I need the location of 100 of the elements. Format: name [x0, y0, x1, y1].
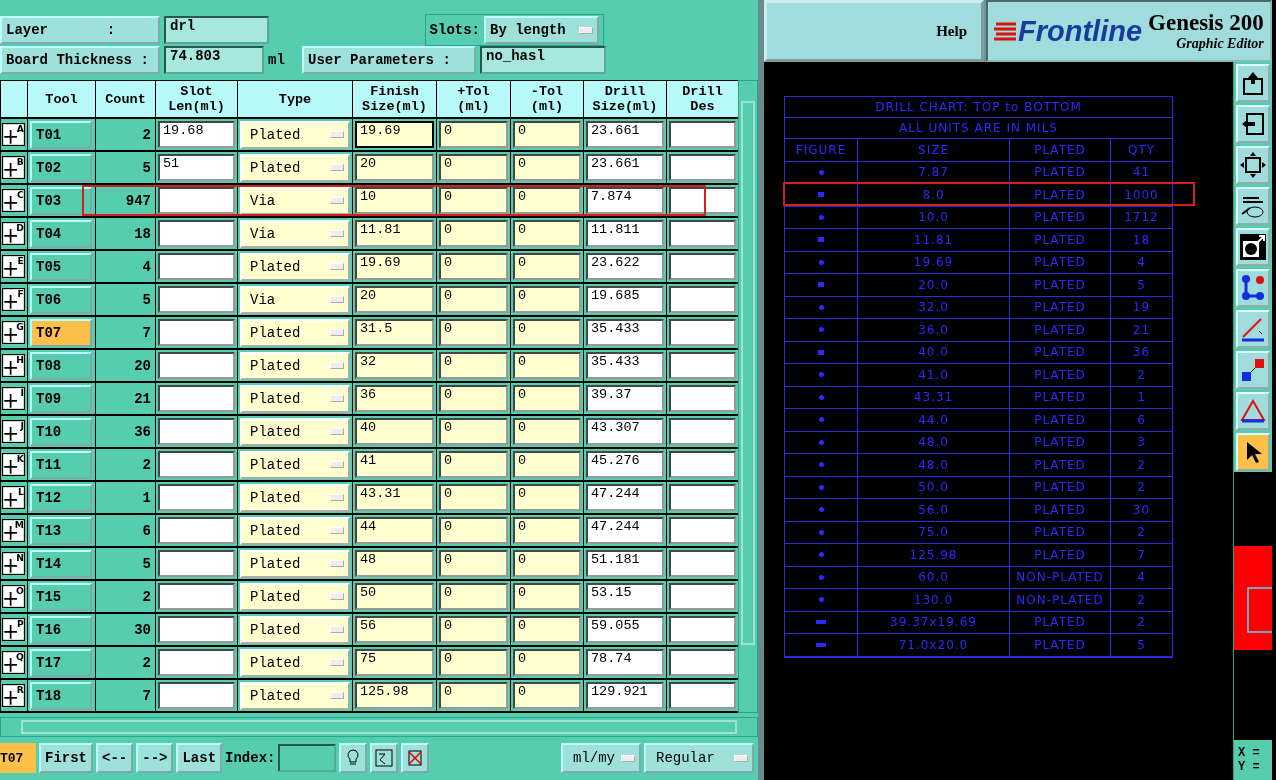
- slot-length-field[interactable]: [158, 253, 235, 280]
- finish-size-field[interactable]: 19.69: [355, 121, 434, 148]
- toolbar-button[interactable]: [1236, 64, 1270, 102]
- type-dropdown[interactable]: Via: [240, 285, 350, 314]
- tool-button[interactable]: T06: [30, 285, 92, 314]
- plus-tolerance-field[interactable]: 0: [439, 583, 508, 610]
- crosshair-icon[interactable]: I: [2, 387, 25, 410]
- crosshair-icon[interactable]: C: [2, 189, 25, 212]
- crosshair-icon[interactable]: L: [2, 486, 25, 509]
- delete-button[interactable]: [401, 743, 430, 773]
- crosshair-icon[interactable]: E: [2, 255, 25, 278]
- type-dropdown[interactable]: Plated: [240, 318, 350, 347]
- minus-tolerance-field[interactable]: 0: [513, 352, 581, 379]
- tool-button[interactable]: T07: [30, 318, 92, 347]
- type-dropdown[interactable]: Plated: [240, 450, 350, 479]
- drill-des-field[interactable]: [669, 286, 736, 313]
- drill-size-field[interactable]: 19.685: [586, 286, 664, 313]
- tool-button[interactable]: T08: [30, 351, 92, 380]
- nav-button[interactable]: <--: [96, 743, 134, 773]
- drill-size-field[interactable]: 23.622: [586, 253, 664, 280]
- minus-tolerance-field[interactable]: 0: [513, 418, 581, 445]
- tool-button[interactable]: T12: [30, 483, 92, 512]
- plus-tolerance-field[interactable]: 0: [439, 517, 508, 544]
- crosshair-icon[interactable]: B: [2, 156, 25, 179]
- thickness-field[interactable]: 74.803: [164, 46, 264, 74]
- horizontal-scrollbar[interactable]: [0, 717, 758, 737]
- finish-size-field[interactable]: 75: [355, 649, 434, 676]
- bulb-button[interactable]: [339, 743, 368, 773]
- minus-tolerance-field[interactable]: 0: [513, 451, 581, 478]
- finish-size-field[interactable]: 10: [355, 187, 434, 214]
- slot-length-field[interactable]: [158, 286, 235, 313]
- slot-length-field[interactable]: [158, 583, 235, 610]
- type-dropdown[interactable]: Plated: [240, 351, 350, 380]
- layer-field[interactable]: drl: [164, 16, 269, 44]
- minus-tolerance-field[interactable]: 0: [513, 682, 581, 709]
- slot-length-field[interactable]: [158, 649, 235, 676]
- crosshair-icon[interactable]: N: [2, 552, 25, 575]
- finish-size-field[interactable]: 20: [355, 154, 434, 181]
- plus-tolerance-field[interactable]: 0: [439, 484, 508, 511]
- crosshair-icon[interactable]: A: [2, 123, 25, 146]
- slots-dropdown[interactable]: By length: [484, 16, 599, 44]
- slot-length-field[interactable]: [158, 451, 235, 478]
- drill-size-field[interactable]: 51.181: [586, 550, 664, 577]
- plus-tolerance-field[interactable]: 0: [439, 319, 508, 346]
- drill-des-field[interactable]: [669, 121, 736, 148]
- slot-length-field[interactable]: [158, 418, 235, 445]
- drill-size-field[interactable]: 11.811: [586, 220, 664, 247]
- finish-size-field[interactable]: 43.31: [355, 484, 434, 511]
- drill-size-field[interactable]: 23.661: [586, 121, 664, 148]
- drill-des-field[interactable]: [669, 319, 736, 346]
- drill-size-field[interactable]: 43.307: [586, 418, 664, 445]
- type-dropdown[interactable]: Plated: [240, 648, 350, 677]
- drill-size-field[interactable]: 45.276: [586, 451, 664, 478]
- finish-size-field[interactable]: 31.5: [355, 319, 434, 346]
- units-dropdown[interactable]: ml/my: [561, 743, 641, 773]
- finish-size-field[interactable]: 125.98: [355, 682, 434, 709]
- toolbar-button[interactable]: [1236, 433, 1270, 471]
- finish-size-field[interactable]: 20: [355, 286, 434, 313]
- user-parameters-button[interactable]: User Parameters :: [302, 46, 476, 74]
- plus-tolerance-field[interactable]: 0: [439, 352, 508, 379]
- minus-tolerance-field[interactable]: 0: [513, 583, 581, 610]
- slot-length-field[interactable]: [158, 319, 235, 346]
- minus-tolerance-field[interactable]: 0: [513, 286, 581, 313]
- nav-button[interactable]: -->: [136, 743, 174, 773]
- finish-size-field[interactable]: 11.81: [355, 220, 434, 247]
- finish-size-field[interactable]: 44: [355, 517, 434, 544]
- type-dropdown[interactable]: Plated: [240, 153, 350, 182]
- tool-button[interactable]: T03: [30, 186, 92, 215]
- vertical-scrollbar[interactable]: [738, 80, 758, 713]
- toolbar-button[interactable]: [1236, 105, 1270, 143]
- layer-button[interactable]: Layer :: [0, 16, 160, 44]
- nav-button[interactable]: Last: [176, 743, 223, 773]
- finish-size-field[interactable]: 56: [355, 616, 434, 643]
- crosshair-icon[interactable]: G: [2, 321, 25, 344]
- drill-des-field[interactable]: [669, 484, 736, 511]
- slot-length-field[interactable]: [158, 352, 235, 379]
- nav-button[interactable]: First: [39, 743, 93, 773]
- drill-des-field[interactable]: [669, 352, 736, 379]
- tool-button[interactable]: T09: [30, 384, 92, 413]
- crosshair-icon[interactable]: O: [2, 585, 25, 608]
- minus-tolerance-field[interactable]: 0: [513, 616, 581, 643]
- drill-des-field[interactable]: [669, 385, 736, 412]
- minus-tolerance-field[interactable]: 0: [513, 187, 581, 214]
- toolbar-button[interactable]: [1236, 228, 1270, 266]
- finish-size-field[interactable]: 48: [355, 550, 434, 577]
- help-button[interactable]: Help: [930, 21, 981, 41]
- minus-tolerance-field[interactable]: 0: [513, 484, 581, 511]
- slot-length-field[interactable]: [158, 616, 235, 643]
- crosshair-icon[interactable]: P: [2, 618, 25, 641]
- crosshair-icon[interactable]: Q: [2, 651, 25, 674]
- tool-button[interactable]: T05: [30, 252, 92, 281]
- toolbar-button[interactable]: [1236, 269, 1270, 307]
- plus-tolerance-field[interactable]: 0: [439, 451, 508, 478]
- drill-size-field[interactable]: 35.433: [586, 319, 664, 346]
- tool-button[interactable]: T10: [30, 417, 92, 446]
- drill-des-field[interactable]: [669, 253, 736, 280]
- drill-size-field[interactable]: 23.661: [586, 154, 664, 181]
- tool-button[interactable]: T16: [30, 615, 92, 644]
- type-dropdown[interactable]: Plated: [240, 681, 350, 710]
- finish-size-field[interactable]: 40: [355, 418, 434, 445]
